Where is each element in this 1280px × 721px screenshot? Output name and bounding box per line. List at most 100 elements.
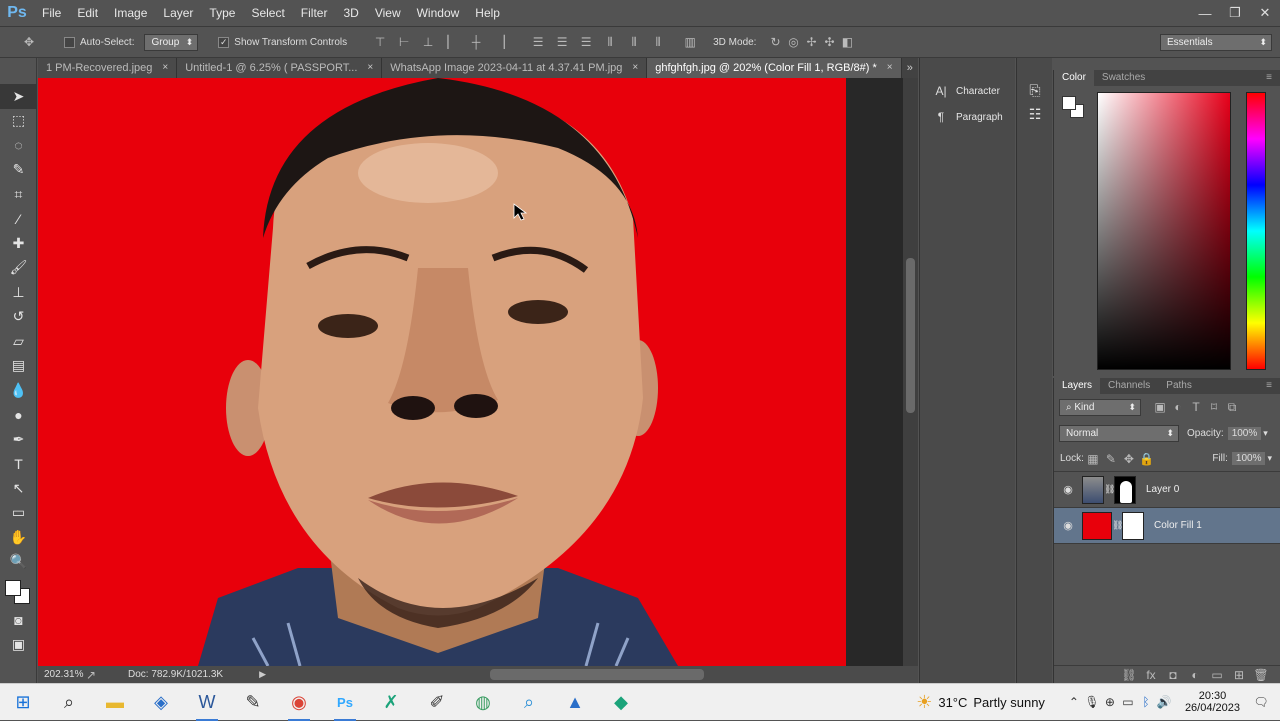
tabs-overflow-icon[interactable]: » [902,58,918,78]
layer-row-color-fill-1[interactable]: ◉ ⛓ Color Fill 1 [1054,508,1280,544]
gradient-tool-icon[interactable]: ▤ [0,354,37,379]
color-swatches[interactable] [0,574,36,608]
chain-link-icon[interactable]: ⛓ [1112,520,1123,531]
tab-ghfghfgh-active[interactable]: ghfghfgh.jpg @ 202% (Color Fill 1, RGB/8… [647,58,902,78]
link-layers-icon[interactable]: ⛓ [1120,666,1138,684]
close-tab-icon[interactable]: × [887,58,893,78]
horizontal-scroll-thumb[interactable] [490,669,704,680]
clock[interactable]: 20:30 26/04/2023 [1185,690,1240,714]
layer-style-fx-icon[interactable]: fx [1142,666,1160,684]
distribute-top-icon[interactable]: ☰ [529,33,547,51]
language-globe-icon[interactable]: ⊕ [1101,693,1119,711]
screen-mode-icon[interactable]: ▣ [0,633,37,658]
blend-mode-dropdown[interactable]: Normal [1059,424,1179,442]
distribute-bottom-icon[interactable]: ☰ [577,33,595,51]
move-tool-icon[interactable]: ➤ [0,84,37,109]
align-bottom-icon[interactable]: ⊥ [419,33,437,51]
distribute-right-icon[interactable]: ⫴ [649,33,667,51]
menu-edit[interactable]: Edit [69,0,106,26]
menu-window[interactable]: Window [409,0,468,26]
rectangle-tool-icon[interactable]: ▭ [0,501,37,526]
move-tool-preset-icon[interactable]: ✥ [20,33,38,51]
3d-roll-icon[interactable]: ◎ [784,33,802,51]
properties-panel-icon[interactable]: ☷ [1017,103,1053,128]
marquee-tool-icon[interactable]: ⬚ [0,109,37,134]
layer-name[interactable]: Layer 0 [1146,484,1179,495]
quick-mask-icon[interactable]: ◙ [0,608,37,633]
auto-align-icon[interactable]: ▥ [681,33,699,51]
battery-icon[interactable]: ▭ [1119,693,1137,711]
browser-app-icon[interactable]: ◍ [460,684,506,721]
tab-layers[interactable]: Layers [1054,378,1101,394]
hand-tool-icon[interactable]: ✋ [0,525,37,550]
menu-layer[interactable]: Layer [155,0,201,26]
status-menu-arrow-icon[interactable]: ▶ [259,669,266,680]
delete-layer-icon[interactable]: 🗑 [1252,666,1270,684]
align-right-icon[interactable]: ▕ [491,33,509,51]
notification-icon[interactable]: 🗨 [1252,693,1270,711]
eyedropper-tool-icon[interactable]: ⁄ [0,207,37,232]
opacity-slider-arrow-icon[interactable]: ▾ [1263,428,1268,439]
foreground-color-swatch[interactable] [5,580,21,596]
foreground-color-chip[interactable] [1062,96,1076,110]
history-brush-tool-icon[interactable]: ↺ [0,305,37,330]
3d-scale-icon[interactable]: ◧ [838,33,856,51]
restore-button[interactable]: ❐ [1220,3,1250,23]
tab-whatsapp-image[interactable]: WhatsApp Image 2023-04-11 at 4.37.41 PM.… [382,58,648,78]
tab-untitled-1[interactable]: Untitled-1 @ 6.25% ( PASSPORT... × [177,58,383,78]
align-hcenter-icon[interactable]: ┼ [467,33,485,51]
weather-sun-icon[interactable]: ☀ [916,692,932,713]
lock-pixels-icon[interactable]: ✎ [1102,450,1120,468]
close-tab-icon[interactable]: × [162,58,168,78]
canvas-area[interactable] [38,78,903,666]
document-canvas[interactable] [38,78,903,666]
bluetooth-icon[interactable]: ᛒ [1137,693,1155,711]
blur-tool-icon[interactable]: 💧 [0,378,37,403]
file-explorer-icon[interactable]: ▬ [92,684,138,721]
type-tool-icon[interactable]: T [0,452,37,477]
tab-color[interactable]: Color [1054,70,1094,86]
menu-help[interactable]: Help [467,0,508,26]
minimize-button[interactable]: — [1190,3,1220,23]
align-vcenter-icon[interactable]: ⊢ [395,33,413,51]
photoshop-taskbar-icon[interactable]: Ps [322,684,368,721]
layer-name[interactable]: Color Fill 1 [1154,520,1202,531]
zoom-level[interactable]: 202.31% [44,669,84,680]
menu-type[interactable]: Type [201,0,243,26]
brush-tool-icon[interactable]: 🖌 [0,256,37,281]
fill-slider-arrow-icon[interactable]: ▾ [1267,453,1272,464]
layer-row-layer-0[interactable]: ◉ ⛓ Layer 0 [1054,472,1280,508]
menu-file[interactable]: File [34,0,69,26]
lock-all-icon[interactable]: 🔒 [1138,450,1156,468]
word-icon[interactable]: W [184,684,230,721]
distribute-hcenter-icon[interactable]: ⫴ [625,33,643,51]
paragraph-panel-button[interactable]: ¶ Paragraph [920,104,1015,130]
app-icon[interactable]: ◆ [598,684,644,721]
microphone-icon[interactable]: 🎙 [1083,693,1101,711]
workspace-dropdown[interactable]: Essentials [1160,33,1272,51]
app-icon[interactable]: ◈ [138,684,184,721]
color-field[interactable] [1097,92,1231,370]
quick-select-tool-icon[interactable]: ✎ [0,158,37,183]
tab-recovered-jpeg[interactable]: 1 PM-Recovered.jpeg × [38,58,178,78]
menu-3d[interactable]: 3D [335,0,366,26]
vertical-scroll-thumb[interactable] [906,258,915,413]
close-button[interactable]: ✕ [1250,3,1280,23]
printer-app-icon[interactable]: ✎ [230,684,276,721]
close-tab-icon[interactable]: × [632,58,638,78]
chrome-icon[interactable]: ◉ [276,684,322,721]
filter-shape-icon[interactable]: ⌑ [1205,398,1223,416]
align-top-icon[interactable]: ⊤ [371,33,389,51]
start-button-icon[interactable]: ⊞ [0,684,46,721]
layer-mask-thumbnail[interactable] [1114,475,1136,504]
menu-view[interactable]: View [367,0,409,26]
filter-pixel-icon[interactable]: ▣ [1151,398,1169,416]
zoom-tool-icon[interactable]: 🔍 [0,550,37,575]
eraser-tool-icon[interactable]: ▱ [0,329,37,354]
notes-app-icon[interactable]: ✐ [414,684,460,721]
path-select-tool-icon[interactable]: ↖ [0,476,37,501]
align-left-icon[interactable]: ▏ [443,33,461,51]
fill-input[interactable]: 100% [1231,452,1266,465]
lasso-tool-icon[interactable]: ◌ [0,133,37,158]
tab-channels[interactable]: Channels [1100,378,1158,394]
